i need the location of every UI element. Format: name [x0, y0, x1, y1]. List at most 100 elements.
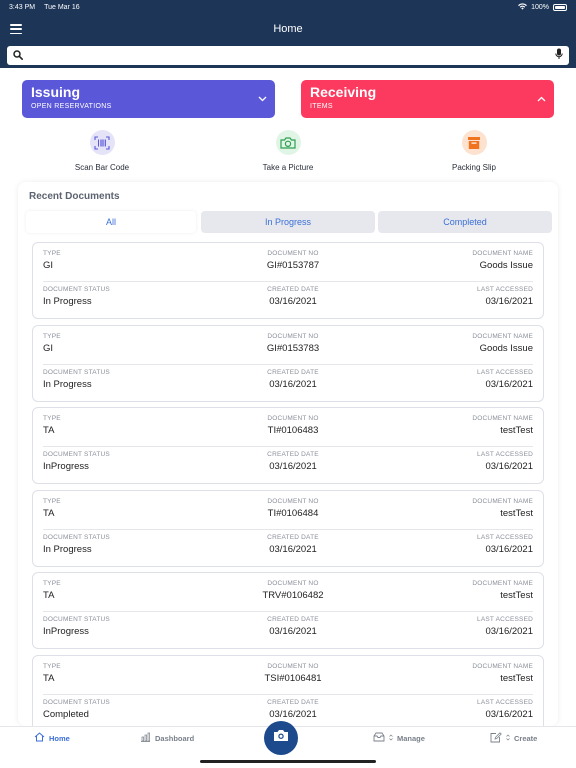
document-status-field: DOCUMENT STATUS Completed	[43, 699, 110, 720]
tab-dashboard[interactable]: Dashboard	[140, 732, 194, 744]
last-accessed-field: LAST ACCESSED 03/16/2021	[477, 699, 533, 720]
packing-slip-action[interactable]: Packing Slip	[414, 130, 534, 172]
document-type-label: TYPE	[43, 250, 61, 257]
receiving-title: Receiving	[310, 84, 377, 100]
barcode-icon	[89, 130, 115, 155]
row-divider	[43, 281, 533, 282]
document-row[interactable]: TYPE TA DOCUMENT NO TSI#0106481 DOCUMENT NAM…	[32, 654, 544, 726]
tab-all[interactable]: All	[26, 211, 196, 233]
home-icon	[34, 732, 45, 744]
document-number-value: TRV#0106482	[262, 590, 324, 601]
document-name-value: Goods Issue	[479, 260, 533, 271]
created-date-value: 03/16/2021	[269, 378, 317, 390]
created-date-label: CREATED DATE	[267, 451, 319, 458]
recent-documents-card: Recent Documents All In Progress Complet…	[18, 182, 558, 726]
tab-home-label: Home	[49, 733, 70, 743]
created-date-value: 03/16/2021	[269, 708, 317, 720]
document-type-label: TYPE	[43, 415, 61, 422]
document-status-field: DOCUMENT STATUS In Progress	[43, 369, 110, 390]
row-divider	[43, 446, 533, 447]
home-indicator	[200, 760, 376, 763]
created-date-field: CREATED DATE 03/16/2021	[213, 699, 373, 720]
document-type-field: TYPE TA	[43, 498, 61, 519]
row-divider	[43, 363, 533, 365]
take-a-picture-label: Take a Picture	[262, 163, 314, 172]
tab-manage-label: Manage	[397, 733, 425, 743]
document-status-value: InProgress	[43, 461, 89, 472]
document-name-label: DOCUMENT NAME	[472, 415, 533, 422]
document-status-value: InProgress	[43, 626, 89, 637]
created-date-label: CREATED DATE	[267, 533, 319, 541]
document-row[interactable]: TYPE TA DOCUMENT NO TI#0106483 DOCUMENT NAME…	[32, 407, 544, 484]
document-status-value: In Progress	[43, 378, 92, 390]
document-number-value: GI#0153783	[266, 342, 320, 354]
created-date-label: CREATED DATE	[267, 698, 319, 706]
document-name-label: DOCUMENT NAME	[472, 497, 533, 505]
document-row[interactable]: TYPE GI DOCUMENT NO GI#0153787 DOCUMENT NAME…	[32, 242, 544, 319]
document-name-field: DOCUMENT NAME Goods Issue	[472, 250, 533, 271]
status-date: Tue Mar 16	[44, 3, 80, 11]
document-type-label: TYPE	[43, 332, 61, 340]
receiving-subtitle: ITEMS	[310, 103, 333, 110]
menu-icon[interactable]	[10, 24, 22, 34]
last-accessed-label: LAST ACCESSED	[477, 368, 533, 376]
document-type-label: TYPE	[43, 580, 61, 587]
last-accessed-field: LAST ACCESSED 03/16/2021	[477, 286, 533, 307]
created-date-field: CREATED DATE 03/16/2021	[213, 616, 373, 637]
inbox-icon	[373, 732, 385, 744]
receiving-button[interactable]: Receiving ITEMS	[301, 80, 554, 118]
microphone-icon[interactable]	[555, 47, 563, 65]
document-status-label: DOCUMENT STATUS	[43, 368, 110, 376]
document-name-value: testTest	[500, 590, 533, 601]
chevron-updown-icon	[389, 734, 393, 743]
document-name-field: DOCUMENT NAME Goods Issue	[472, 333, 533, 354]
tab-completed[interactable]: Completed	[378, 211, 552, 233]
packing-box-icon	[461, 130, 487, 155]
created-date-field: CREATED DATE 03/16/2021	[213, 286, 373, 307]
document-status-value: In Progress	[43, 543, 92, 555]
tab-create[interactable]: Create	[490, 732, 537, 745]
take-a-picture-action[interactable]: Take a Picture	[228, 130, 348, 172]
camera-icon	[275, 130, 301, 155]
document-type-value: GI	[43, 342, 54, 354]
document-name-field: DOCUMENT NAME testTest	[472, 580, 533, 601]
document-type-field: TYPE TA	[43, 415, 61, 436]
document-number-value: TI#0106483	[267, 425, 319, 436]
document-name-label: DOCUMENT NAME	[472, 580, 533, 587]
document-row[interactable]: TYPE GI DOCUMENT NO GI#0153783 DOCUMENT NAME…	[32, 324, 544, 402]
scan-bar-code-label: Scan Bar Code	[74, 163, 130, 172]
issuing-subtitle: OPEN RESERVATIONS	[31, 103, 112, 110]
page-title: Home	[273, 23, 303, 35]
chart-icon	[140, 732, 151, 744]
document-number-value: TI#0106484	[267, 507, 319, 519]
recent-documents-title: Recent Documents	[29, 191, 120, 202]
document-name-field: DOCUMENT NAME testTest	[472, 415, 533, 436]
document-name-value: testTest	[500, 672, 533, 684]
packing-slip-label: Packing Slip	[451, 163, 497, 172]
document-status-value: In Progress	[43, 296, 92, 307]
tab-manage[interactable]: Manage	[373, 732, 425, 744]
document-number-label: DOCUMENT NO	[267, 250, 319, 257]
camera-fab-button[interactable]	[264, 721, 298, 755]
scan-bar-code-action[interactable]: Scan Bar Code	[42, 130, 162, 172]
document-number-label: DOCUMENT NO	[267, 415, 319, 422]
created-date-label: CREATED DATE	[267, 616, 319, 623]
tab-home[interactable]: Home	[34, 732, 70, 744]
status-time: 3:43 PM	[9, 3, 36, 11]
document-row[interactable]: TYPE TA DOCUMENT NO TRV#0106482 DOCUMENT NAM…	[32, 572, 544, 649]
document-status-label: DOCUMENT STATUS	[43, 286, 110, 293]
last-accessed-value: 03/16/2021	[485, 378, 533, 390]
document-type-value: TA	[43, 672, 55, 684]
battery-icon	[553, 3, 567, 11]
edit-icon	[490, 732, 502, 745]
document-number-field: DOCUMENT NO TI#0106483	[213, 415, 373, 436]
search-input[interactable]	[29, 50, 555, 61]
search-bar[interactable]	[7, 46, 569, 65]
document-number-value: TSI#0106481	[264, 672, 322, 684]
last-accessed-label: LAST ACCESSED	[477, 616, 533, 623]
issuing-button[interactable]: Issuing OPEN RESERVATIONS	[22, 80, 275, 118]
tab-in-progress[interactable]: In Progress	[201, 211, 375, 233]
document-name-field: DOCUMENT NAME testTest	[472, 498, 533, 519]
document-row[interactable]: TYPE TA DOCUMENT NO TI#0106484 DOCUMENT NAME…	[32, 489, 544, 567]
last-accessed-field: LAST ACCESSED 03/16/2021	[477, 451, 533, 472]
